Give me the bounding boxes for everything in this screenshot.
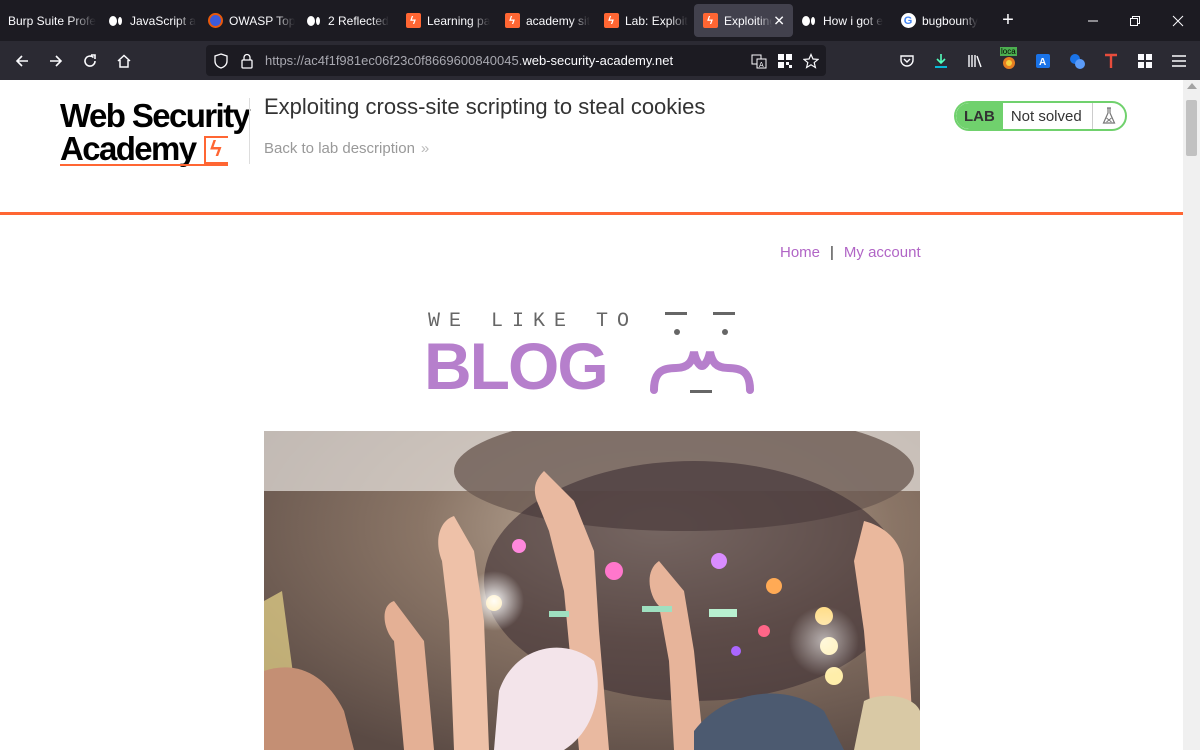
burp-icon: ϟ — [405, 13, 421, 29]
logo-bolt-icon — [204, 136, 228, 164]
reload-icon[interactable] — [73, 45, 107, 77]
close-tab-icon[interactable]: ✕ — [773, 12, 785, 29]
web-security-academy-logo[interactable]: Web Security Academy — [60, 97, 251, 168]
lab-title: Exploiting cross-site scripting to steal… — [264, 94, 706, 119]
header-divider — [249, 98, 250, 164]
tab-strip: Burp Suite Profe JavaScript a OWASP Top … — [0, 0, 1200, 41]
extensions-puzzle-icon[interactable] — [1128, 45, 1162, 77]
google-icon: G — [900, 13, 916, 29]
close-window-icon[interactable] — [1156, 0, 1200, 41]
lab-badge-label: LAB — [956, 103, 1003, 129]
url-domain: web-security-academy.net — [522, 53, 674, 68]
tab-exploiting-active[interactable]: ϟ Exploiting ✕ — [694, 4, 793, 37]
translate-extension-icon[interactable]: A — [1026, 45, 1060, 77]
site-nav: Home | My account — [780, 244, 921, 261]
blog-face-logo-icon — [650, 312, 754, 394]
scroll-up-arrow-icon[interactable] — [1187, 83, 1197, 89]
url-text[interactable]: https://ac4f1f981ec06f23c0f8669600840045… — [265, 53, 673, 68]
tab-title: OWASP Top — [229, 13, 296, 28]
burp-icon: ϟ — [603, 13, 619, 29]
nav-separator: | — [830, 244, 834, 261]
nav-my-account-link[interactable]: My account — [844, 244, 921, 261]
tab-title: bugbounty — [922, 13, 979, 28]
tab-title: JavaScript a — [130, 13, 197, 28]
header-accent-line — [0, 212, 1183, 215]
language-extension-icon[interactable] — [1060, 45, 1094, 77]
back-arrow-icon[interactable] — [5, 45, 39, 77]
url-prefix: https://ac4f1f981ec06f23c0f8669600840045… — [265, 53, 523, 68]
home-icon[interactable] — [107, 45, 141, 77]
url-bar[interactable]: https://ac4f1f981ec06f23c0f8669600840045… — [206, 45, 826, 76]
new-tab-button[interactable]: + — [991, 0, 1025, 41]
tab-title: Exploiting — [724, 13, 772, 28]
logo-line-2: Academy — [60, 130, 197, 167]
burp-icon: ϟ — [504, 13, 520, 29]
tab-burp-suite[interactable]: Burp Suite Profe — [0, 0, 100, 41]
lab-status-badge: LAB Not solved — [954, 101, 1127, 131]
double-chevron-icon: » — [420, 140, 430, 157]
back-link-label: Back to lab description — [264, 140, 415, 157]
extension-badge: loca — [1000, 46, 1017, 56]
back-to-lab-link[interactable]: Back to lab description » — [264, 140, 429, 157]
owasp-icon — [207, 13, 223, 29]
tab-title: How i got e — [823, 13, 884, 28]
tab-how-i-got[interactable]: How i got e — [793, 0, 892, 41]
tab-title: 2 Reflected — [328, 13, 389, 28]
hamburger-menu-icon[interactable] — [1162, 45, 1196, 77]
page-scrollbar[interactable] — [1183, 80, 1200, 750]
nav-home-link[interactable]: Home — [780, 244, 820, 261]
bookmark-star-icon[interactable] — [798, 52, 824, 69]
tab-bugbounty[interactable]: G bugbounty — [892, 0, 991, 41]
burp-icon: ϟ — [702, 13, 718, 29]
tab-learning-path[interactable]: ϟ Learning pa — [397, 0, 496, 41]
shield-icon[interactable] — [208, 52, 234, 69]
scrollbar-thumb[interactable] — [1186, 100, 1197, 156]
tab-javascript[interactable]: JavaScript a — [100, 0, 199, 41]
qr-code-icon[interactable] — [772, 53, 798, 68]
lock-icon[interactable] — [234, 53, 260, 69]
flask-icon[interactable] — [1092, 103, 1125, 129]
restore-icon[interactable] — [1113, 0, 1157, 41]
web-page: Web Security Academy Exploiting cross-si… — [0, 80, 1183, 750]
lab-status-text: Not solved — [1010, 107, 1082, 125]
logo-line-1: Web Security — [60, 97, 251, 134]
tab-title: Burp Suite Profe — [8, 13, 97, 28]
tab-owasp[interactable]: OWASP Top — [199, 0, 298, 41]
tab-title: Learning pa — [427, 13, 491, 28]
nav-toolbar: https://ac4f1f981ec06f23c0f8669600840045… — [0, 41, 1200, 80]
library-icon[interactable] — [958, 45, 992, 77]
medium-icon — [801, 13, 817, 29]
tab-title: academy sit — [526, 13, 591, 28]
svg-text:A: A — [759, 62, 764, 69]
blog-title: BLOG — [424, 329, 609, 403]
tab-academy-site[interactable]: ϟ academy sit — [496, 0, 595, 41]
logo-underline — [60, 164, 228, 166]
medium-icon — [306, 13, 322, 29]
blog-hero-image[interactable] — [264, 431, 920, 750]
tab-reflected[interactable]: 2 Reflected — [298, 0, 397, 41]
t-extension-icon[interactable] — [1094, 45, 1128, 77]
translate-icon[interactable]: A — [746, 53, 772, 69]
medium-icon — [108, 13, 124, 29]
svg-text:A: A — [1039, 57, 1046, 68]
minimize-icon[interactable] — [1071, 0, 1115, 41]
download-icon[interactable] — [924, 45, 958, 77]
pocket-icon[interactable] — [890, 45, 924, 77]
tab-lab-exploit[interactable]: ϟ Lab: Exploit — [595, 0, 694, 41]
forward-arrow-icon[interactable] — [39, 45, 73, 77]
tab-title: Lab: Exploit — [625, 13, 688, 28]
localization-extension-icon[interactable]: loca — [992, 45, 1026, 77]
